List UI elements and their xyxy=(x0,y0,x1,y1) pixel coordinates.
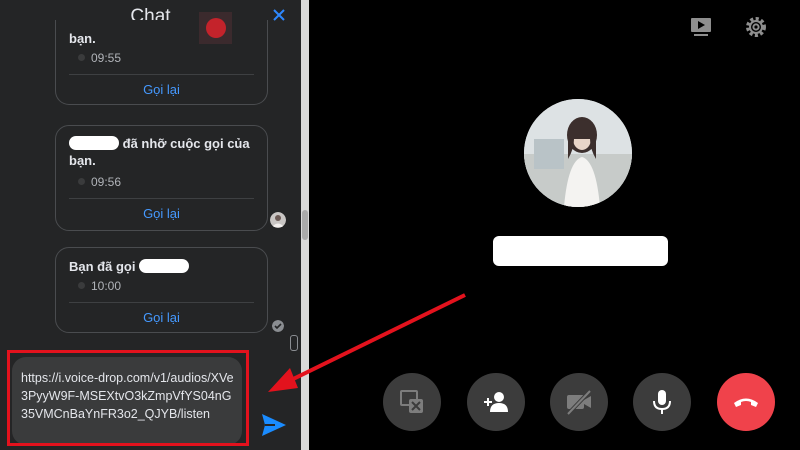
video-toggle-button[interactable] xyxy=(550,373,608,431)
redacted-name xyxy=(139,259,190,273)
caller-name-redacted xyxy=(493,236,668,266)
call-back-link[interactable]: Gọi lại xyxy=(56,310,267,325)
scrollbar-thumb[interactable] xyxy=(302,210,308,240)
message-bubble: Bạn đã gọi 10:00 Gọi lại xyxy=(55,247,268,333)
add-person-button[interactable] xyxy=(467,373,525,431)
caller-photo xyxy=(524,99,632,207)
clock-icon xyxy=(78,178,85,185)
add-person-icon xyxy=(484,392,508,412)
microphone-icon xyxy=(653,390,671,414)
divider xyxy=(69,198,254,199)
message-time: 10:00 xyxy=(91,279,122,293)
end-call-icon xyxy=(734,398,758,407)
screen-share-icon[interactable] xyxy=(688,14,714,40)
redacted-name xyxy=(69,136,119,150)
clock-icon xyxy=(78,282,85,289)
message-time: 09:55 xyxy=(91,51,122,65)
chat-panel: Chat bạn. 09:55 Gọi lại đã nhỡ cuộc gọi … xyxy=(0,0,301,450)
call-back-link[interactable]: Gọi lại xyxy=(56,206,267,221)
close-icon[interactable] xyxy=(271,7,287,23)
message-bubble: bạn. 09:55 Gọi lại xyxy=(55,20,268,105)
end-call-button[interactable] xyxy=(717,373,775,431)
avatar xyxy=(270,212,286,228)
video-off-icon xyxy=(566,389,592,416)
seen-check-icon xyxy=(272,320,284,332)
scroll-indicator xyxy=(290,335,298,351)
divider xyxy=(69,302,254,303)
stop-screen-share-icon xyxy=(400,390,423,413)
clock-icon xyxy=(78,54,85,61)
microphone-button[interactable] xyxy=(633,373,691,431)
message-text: Bạn đã gọi xyxy=(69,258,257,275)
caller-avatar xyxy=(524,99,632,207)
message-time: 09:56 xyxy=(91,175,122,189)
call-back-link[interactable]: Gọi lại xyxy=(56,82,267,97)
gear-icon[interactable] xyxy=(743,14,769,40)
outgoing-call-text: Bạn đã gọi xyxy=(69,259,136,274)
record-icon[interactable] xyxy=(206,18,226,38)
highlight-box xyxy=(7,350,249,446)
stop-screen-share-button[interactable] xyxy=(383,373,441,431)
message-bubble: đã nhỡ cuộc gọi của bạn. 09:56 Gọi lại xyxy=(55,125,268,231)
divider xyxy=(69,74,254,75)
send-icon[interactable] xyxy=(260,411,288,439)
message-text: đã nhỡ cuộc gọi của bạn. xyxy=(69,135,257,169)
